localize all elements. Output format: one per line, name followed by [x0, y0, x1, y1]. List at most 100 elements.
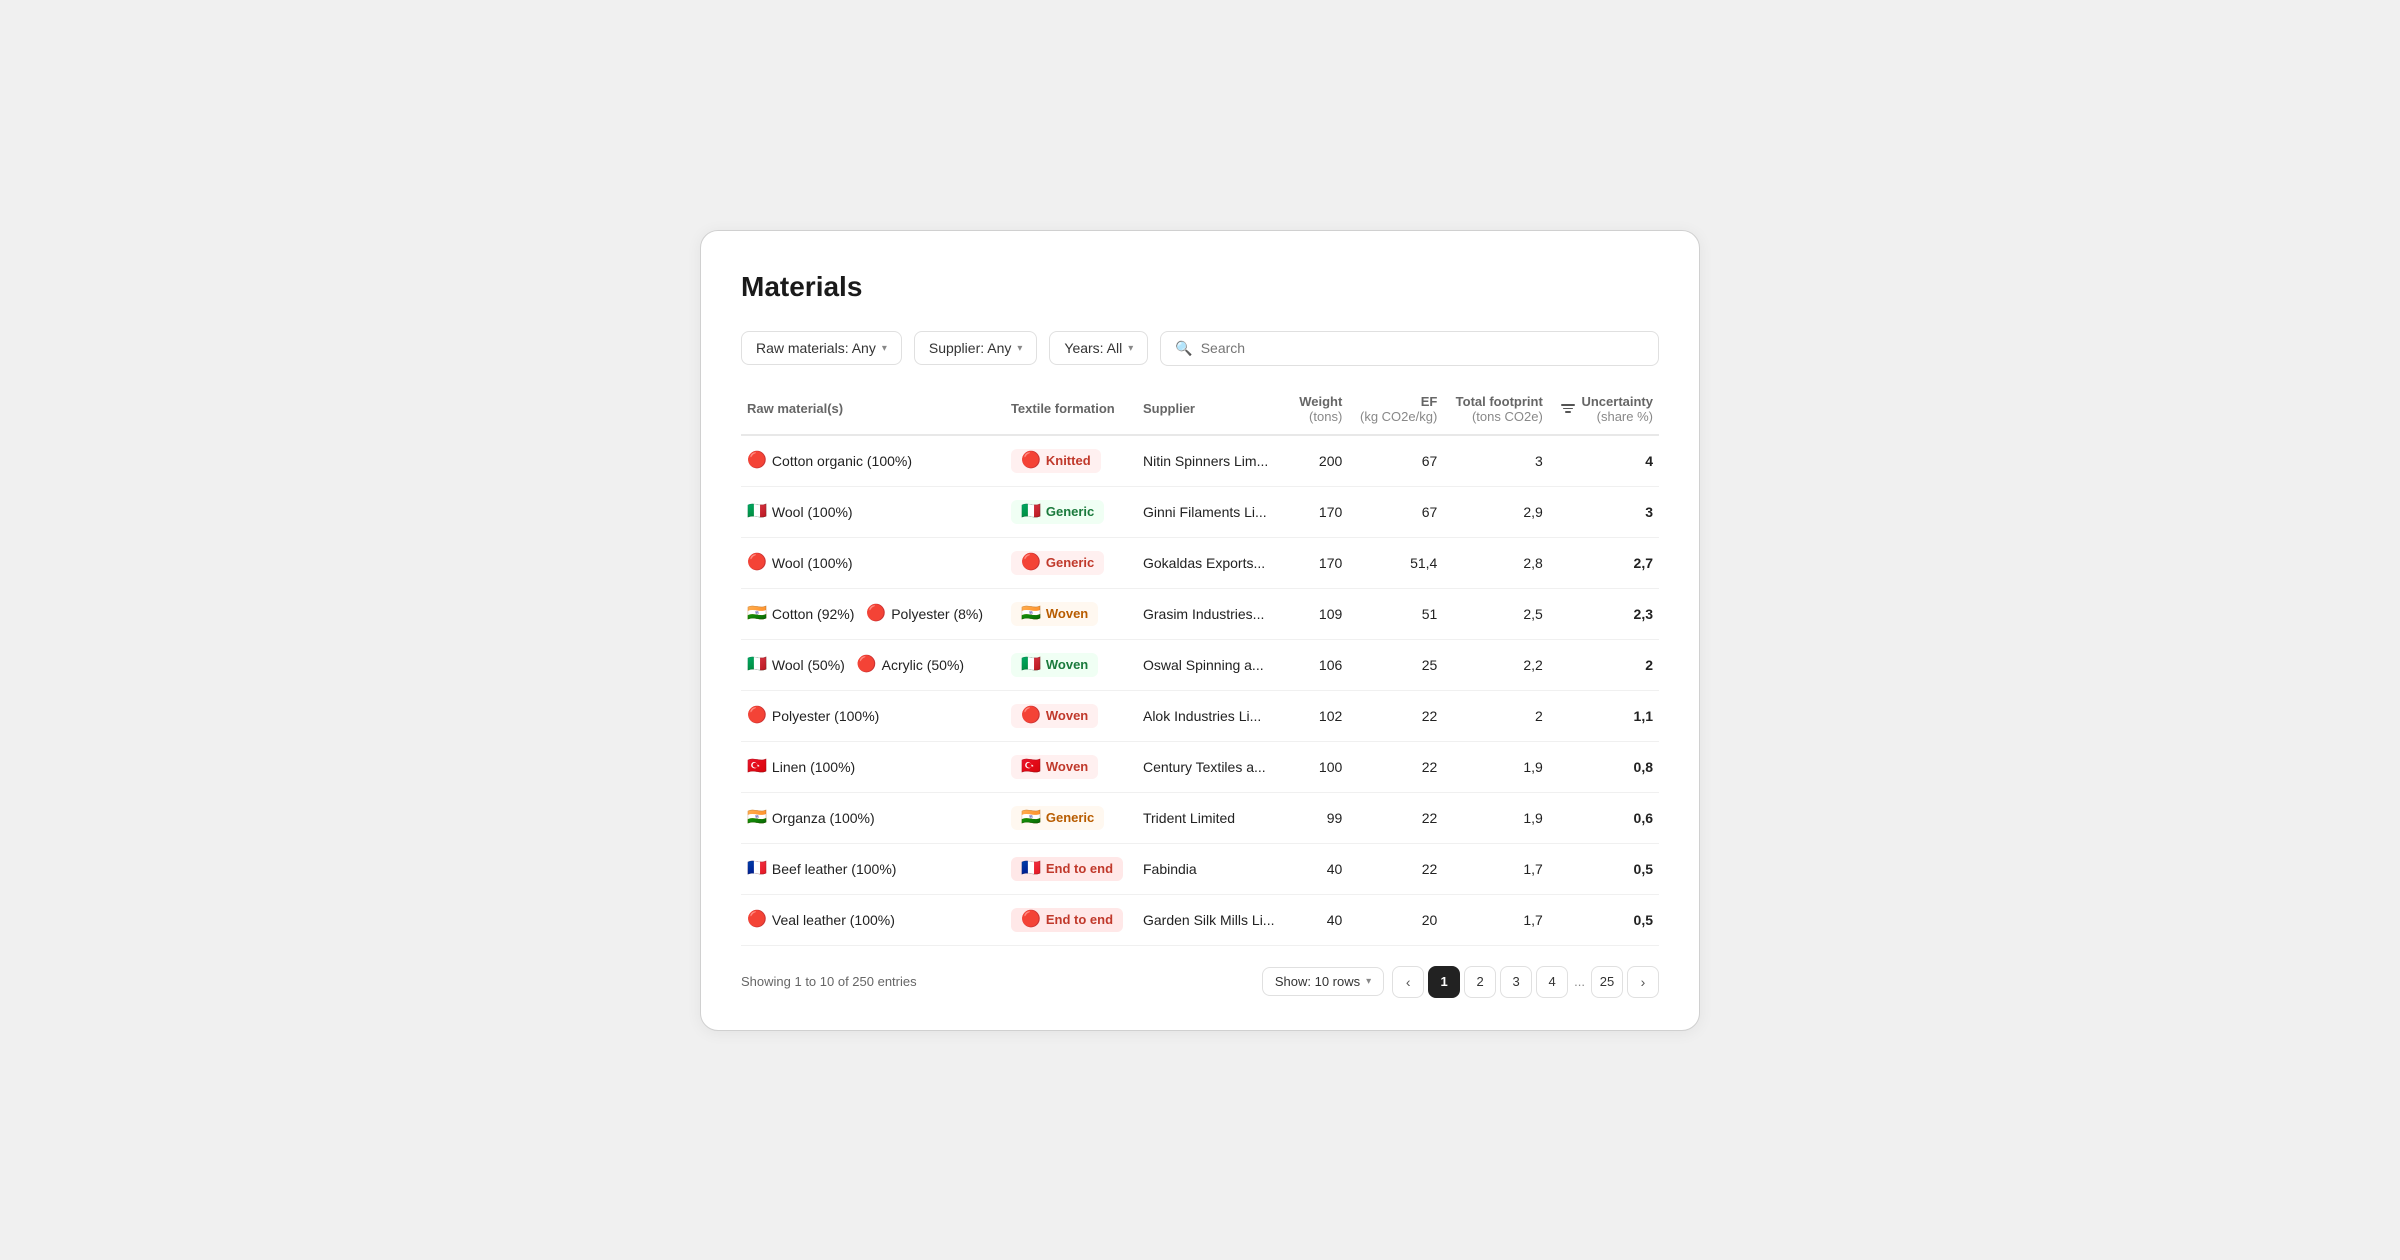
- uncertainty-cell: 4: [1549, 435, 1659, 487]
- search-icon: 🔍: [1175, 340, 1192, 357]
- uncertainty-cell: 0,8: [1549, 741, 1659, 792]
- total-footprint-cell: 1,9: [1443, 741, 1548, 792]
- table-row[interactable]: 🇮🇹 Wool (100%) 🇮🇹 Generic Ginni Filament…: [741, 486, 1659, 537]
- supplier-filter[interactable]: Supplier: Any ▾: [914, 331, 1038, 365]
- weight-cell: 109: [1290, 588, 1349, 639]
- textile-formation-cell: 🇮🇹 Generic: [1005, 486, 1137, 537]
- flag-icon: 🇮🇳: [747, 810, 767, 826]
- total-footprint-cell: 2,8: [1443, 537, 1548, 588]
- total-footprint-cell: 2,2: [1443, 639, 1548, 690]
- flag-icon: 🔴: [1021, 555, 1041, 571]
- flag-icon: 🔴: [1021, 708, 1041, 724]
- uncertainty-cell: 0,6: [1549, 792, 1659, 843]
- weight-cell: 40: [1290, 894, 1349, 945]
- main-card: Materials Raw materials: Any ▾ Supplier:…: [700, 230, 1700, 1031]
- textile-badge: 🇮🇹 Generic: [1011, 500, 1104, 524]
- table-row[interactable]: 🔴 Veal leather (100%) 🔴 End to end Garde…: [741, 894, 1659, 945]
- table-row[interactable]: 🔴 Polyester (100%) 🔴 Woven Alok Industri…: [741, 690, 1659, 741]
- textile-badge: 🔴 End to end: [1011, 908, 1123, 932]
- textile-formation-cell: 🔴 End to end: [1005, 894, 1137, 945]
- flag-icon: 🇮🇹: [1021, 504, 1041, 520]
- chevron-down-icon: ▾: [882, 343, 887, 354]
- weight-cell: 106: [1290, 639, 1349, 690]
- supplier-cell: Gokaldas Exports...: [1137, 537, 1290, 588]
- table-row[interactable]: 🇹🇷 Linen (100%) 🇹🇷 Woven Century Textile…: [741, 741, 1659, 792]
- total-footprint-cell: 1,9: [1443, 792, 1548, 843]
- supplier-cell: Nitin Spinners Lim...: [1137, 435, 1290, 487]
- uncertainty-cell: 2: [1549, 639, 1659, 690]
- uncertainty-cell: 1,1: [1549, 690, 1659, 741]
- page-1-button[interactable]: 1: [1428, 966, 1460, 998]
- pagination-row: Showing 1 to 10 of 250 entries Show: 10 …: [741, 966, 1659, 998]
- uncertainty-cell: 2,7: [1549, 537, 1659, 588]
- total-footprint-cell: 2: [1443, 690, 1548, 741]
- ef-cell: 22: [1348, 843, 1443, 894]
- table-row[interactable]: 🇮🇳 Cotton (92%) 🔴 Polyester (8%) 🇮🇳 Wove…: [741, 588, 1659, 639]
- raw-materials-filter[interactable]: Raw materials: Any ▾: [741, 331, 902, 365]
- supplier-cell: Garden Silk Mills Li...: [1137, 894, 1290, 945]
- flag-icon: 🔴: [1021, 453, 1041, 469]
- next-page-button[interactable]: ›: [1627, 966, 1659, 998]
- flag-icon: 🇮🇳: [747, 606, 767, 622]
- col-supplier: Supplier: [1137, 386, 1290, 435]
- raw-materials-cell: 🔴 Veal leather (100%): [741, 894, 1005, 945]
- textile-formation-cell: 🇮🇳 Generic: [1005, 792, 1137, 843]
- textile-badge: 🇫🇷 End to end: [1011, 857, 1123, 881]
- pagination-right: Show: 10 rows ▾ ‹ 1 2 3 4 ... 25 ›: [1262, 966, 1659, 998]
- ef-cell: 25: [1348, 639, 1443, 690]
- ef-cell: 67: [1348, 435, 1443, 487]
- supplier-cell: Trident Limited: [1137, 792, 1290, 843]
- raw-materials-cell: 🇫🇷 Beef leather (100%): [741, 843, 1005, 894]
- total-footprint-cell: 1,7: [1443, 894, 1548, 945]
- page-2-button[interactable]: 2: [1464, 966, 1496, 998]
- total-footprint-cell: 2,5: [1443, 588, 1548, 639]
- total-footprint-cell: 3: [1443, 435, 1548, 487]
- flag-icon: 🇮🇹: [747, 504, 767, 520]
- page-25-button[interactable]: 25: [1591, 966, 1623, 998]
- weight-cell: 99: [1290, 792, 1349, 843]
- weight-cell: 100: [1290, 741, 1349, 792]
- textile-badge: 🔴 Woven: [1011, 704, 1098, 728]
- ef-cell: 22: [1348, 792, 1443, 843]
- textile-formation-cell: 🇮🇹 Woven: [1005, 639, 1137, 690]
- flag-icon: 🇫🇷: [1021, 861, 1041, 877]
- table-row[interactable]: 🇮🇹 Wool (50%) 🔴 Acrylic (50%) 🇮🇹 Woven O…: [741, 639, 1659, 690]
- page-4-button[interactable]: 4: [1536, 966, 1568, 998]
- textile-formation-cell: 🇹🇷 Woven: [1005, 741, 1137, 792]
- flag-icon: 🇹🇷: [1021, 759, 1041, 775]
- chevron-down-icon: ▾: [1366, 976, 1371, 987]
- showing-text: Showing 1 to 10 of 250 entries: [741, 974, 917, 989]
- search-input[interactable]: [1201, 340, 1644, 356]
- flag-icon: 🔴: [747, 453, 767, 469]
- ef-cell: 22: [1348, 741, 1443, 792]
- uncertainty-cell: 3: [1549, 486, 1659, 537]
- table-row[interactable]: 🔴 Wool (100%) 🔴 Generic Gokaldas Exports…: [741, 537, 1659, 588]
- flag-icon: 🔴: [866, 606, 886, 622]
- textile-badge: 🇮🇳 Woven: [1011, 602, 1098, 626]
- page-nav: ‹ 1 2 3 4 ... 25 ›: [1392, 966, 1659, 998]
- weight-cell: 200: [1290, 435, 1349, 487]
- raw-materials-cell: 🔴 Cotton organic (100%): [741, 435, 1005, 487]
- uncertainty-cell: 2,3: [1549, 588, 1659, 639]
- chevron-down-icon: ▾: [1128, 343, 1133, 354]
- filter-icon[interactable]: [1561, 404, 1575, 413]
- page-title: Materials: [741, 271, 1659, 303]
- flag-icon: 🔴: [747, 708, 767, 724]
- raw-materials-cell: 🔴 Wool (100%): [741, 537, 1005, 588]
- toolbar: Raw materials: Any ▾ Supplier: Any ▾ Yea…: [741, 331, 1659, 366]
- raw-materials-cell: 🇹🇷 Linen (100%): [741, 741, 1005, 792]
- years-filter[interactable]: Years: All ▾: [1049, 331, 1148, 365]
- ef-cell: 22: [1348, 690, 1443, 741]
- table-row[interactable]: 🇮🇳 Organza (100%) 🇮🇳 Generic Trident Lim…: [741, 792, 1659, 843]
- flag-icon: 🇫🇷: [747, 861, 767, 877]
- table-row[interactable]: 🔴 Cotton organic (100%) 🔴 Knitted Nitin …: [741, 435, 1659, 487]
- weight-cell: 170: [1290, 537, 1349, 588]
- table-row[interactable]: 🇫🇷 Beef leather (100%) 🇫🇷 End to end Fab…: [741, 843, 1659, 894]
- page-3-button[interactable]: 3: [1500, 966, 1532, 998]
- textile-formation-cell: 🔴 Generic: [1005, 537, 1137, 588]
- flag-icon: 🔴: [747, 555, 767, 571]
- supplier-cell: Ginni Filaments Li...: [1137, 486, 1290, 537]
- prev-page-button[interactable]: ‹: [1392, 966, 1424, 998]
- show-rows-button[interactable]: Show: 10 rows ▾: [1262, 967, 1384, 996]
- textile-badge: 🔴 Generic: [1011, 551, 1104, 575]
